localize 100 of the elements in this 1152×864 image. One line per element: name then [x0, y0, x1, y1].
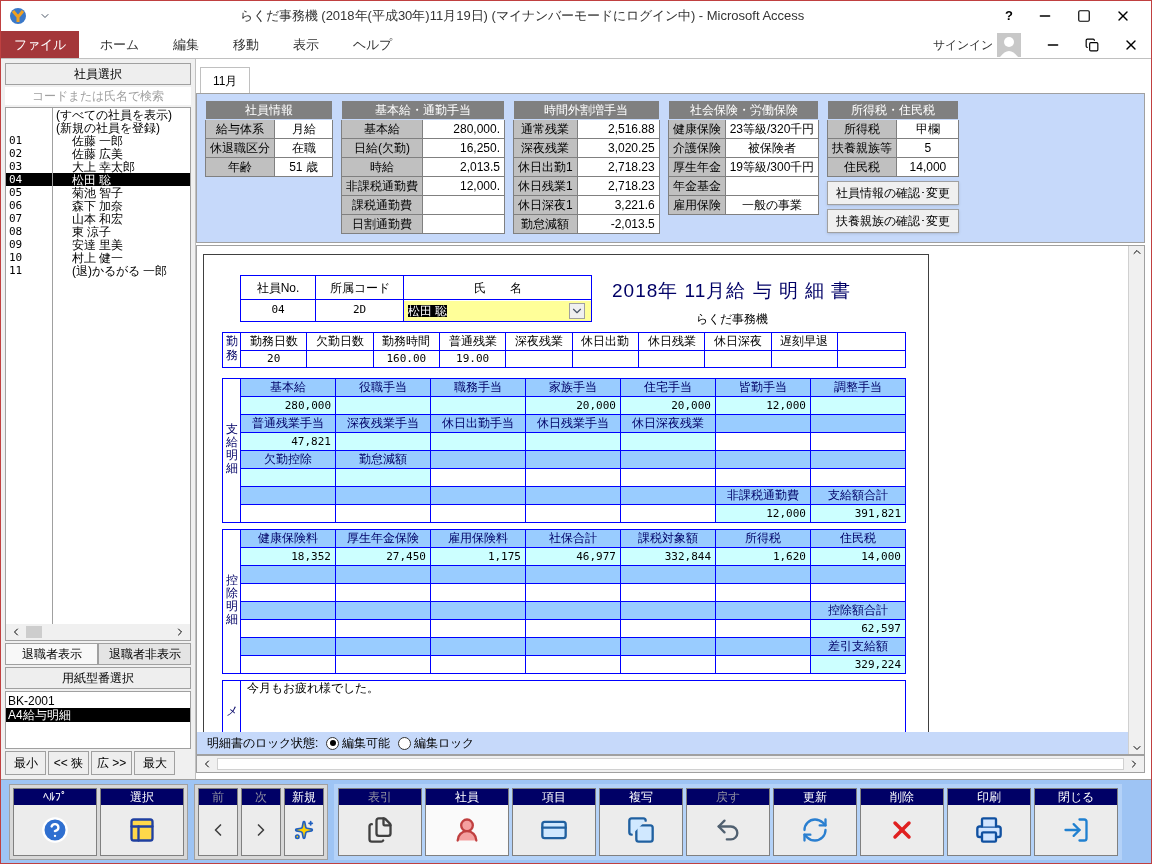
ribbon-tab[interactable]: 編集 — [160, 31, 212, 58]
column-header-cell: 住民税 — [810, 529, 906, 547]
employee-row[interactable]: 11 (退)かるがる 一郎 — [6, 264, 190, 277]
paper-row[interactable]: A4給与明細 — [6, 708, 190, 722]
refresh-icon — [801, 815, 829, 844]
zoom-button[interactable]: 最小 — [5, 751, 46, 775]
radio-button[interactable] — [398, 736, 412, 750]
attendance-cell: 20 — [240, 350, 307, 367]
ribbon-tab[interactable]: ヘルプ — [340, 31, 405, 58]
toolbar-button[interactable]: 選択 — [100, 787, 184, 856]
horizontal-scrollbar[interactable] — [196, 755, 1145, 773]
section-label: 勤務 — [225, 335, 238, 362]
employee-row[interactable]: 04 松田 聡 — [6, 173, 190, 186]
paper-row[interactable]: BK-2001 — [6, 694, 190, 708]
month-tab[interactable]: 11月 — [200, 67, 251, 93]
memo-text: 今月もお疲れ様でした。 — [246, 680, 379, 697]
column-header-cell: 深夜残業 — [505, 332, 573, 350]
section-label: 控除明細 — [225, 573, 238, 627]
column-header-cell: 氏 名 — [403, 275, 592, 300]
window-title: らくだ事務機 (2018年(平成30年)11月19日) (マイナンバーモードにログイン中) - Microsoft Access — [238, 7, 806, 26]
horizontal-scrollbar[interactable] — [6, 624, 190, 640]
attendance-cell — [638, 350, 705, 367]
payslip-title: 2018年 11月給 与 明 細 書 — [612, 279, 852, 303]
toolbar-button[interactable]: 削除 — [860, 787, 944, 856]
info-button[interactable]: 社員情報の確認･変更 — [827, 181, 960, 205]
zoom-button[interactable]: << 狭 — [48, 751, 89, 775]
filter-tab[interactable]: 退職者表示 — [5, 643, 98, 665]
scrollbar-thumb[interactable] — [26, 626, 42, 638]
ribbon-tab[interactable]: 移動 — [220, 31, 272, 58]
vertical-scrollbar[interactable] — [1128, 246, 1144, 754]
ribbon-tab[interactable]: ファイル — [1, 31, 79, 58]
employee-row[interactable]: 08 東 涼子 — [6, 225, 190, 238]
panel-title-button[interactable]: 社員選択 — [5, 63, 191, 85]
radio-button[interactable] — [326, 736, 340, 750]
dropdown-icon[interactable] — [569, 302, 585, 319]
section-header: 基本給・通勤手当 — [341, 100, 505, 120]
maximize-icon[interactable] — [1077, 9, 1091, 23]
column-header-cell: 職務手当 — [430, 378, 526, 396]
employee-row[interactable]: 09 安達 里美 — [6, 238, 190, 251]
employee-row[interactable]: 02 佐藤 広美 — [6, 147, 190, 160]
attendance-cell — [572, 350, 639, 367]
zoom-button[interactable]: 最大 — [134, 751, 175, 775]
employee-row[interactable]: 10 村上 健一 — [6, 251, 190, 264]
toolbar-button[interactable]: 更新 — [773, 787, 857, 856]
info-button[interactable]: 扶養親族の確認･変更 — [827, 209, 960, 233]
toolbar-button[interactable]: 社員 — [425, 787, 509, 856]
sparkle-icon — [294, 819, 314, 840]
toolbar-button[interactable]: 項目 — [512, 787, 596, 856]
toolbar-button[interactable]: 閉じる — [1034, 787, 1118, 856]
column-header-cell: 皆勤手当 — [715, 378, 811, 396]
panel-title-button[interactable]: 用紙型番選択 — [5, 667, 191, 689]
column-header-cell: 調整手当 — [810, 378, 906, 396]
help-button[interactable]: ? — [993, 6, 1025, 26]
section-header: 所得税・住民税 — [827, 100, 959, 120]
section-label: 支給明細 — [225, 422, 238, 476]
radio-label[interactable]: 編集可能 — [342, 734, 391, 752]
exit-door-icon — [1062, 815, 1090, 844]
column-header-cell: 厚生年金保険 — [335, 529, 431, 547]
employee-row[interactable]: 03 大上 幸太郎 — [6, 160, 190, 173]
section-header: 時間外割増手当 — [513, 100, 660, 120]
filter-tab[interactable]: 退職者非表示 — [98, 643, 191, 665]
company-name: らくだ事務機 — [695, 310, 768, 328]
section-header: 社会保険・労働保険 — [668, 100, 819, 120]
column-header-cell: 休日残業 — [638, 332, 705, 350]
column-header-cell: 所属コード — [315, 275, 404, 300]
name-combo-box[interactable]: 松田 聡 — [404, 300, 591, 321]
attendance-cell: 160.00 — [373, 350, 440, 367]
search-field[interactable]: コードまたは氏名で検索 — [5, 87, 191, 105]
employee-row[interactable]: 05 菊池 智子 — [6, 186, 190, 199]
help-icon — [41, 815, 69, 844]
restore-icon[interactable] — [1085, 37, 1099, 52]
toolbar-button[interactable]: 新規 — [284, 787, 324, 856]
documents-icon — [366, 815, 394, 844]
column-header-cell: 基本給 — [240, 378, 336, 396]
section-header: 社員情報 — [205, 100, 333, 120]
employee-row[interactable]: (新規の社員を登録) — [6, 121, 190, 134]
column-header-cell: 勤務日数 — [240, 332, 307, 350]
employee-row[interactable]: 07 山本 和宏 — [6, 212, 190, 225]
column-header-cell: 欠勤日数 — [306, 332, 374, 350]
column-header-cell: 普通残業 — [439, 332, 506, 350]
sign-in-link[interactable]: サインイン — [933, 35, 993, 54]
column-header-cell: 雇用保険料 — [430, 529, 526, 547]
toolbar-button[interactable]: 複写 — [599, 787, 683, 856]
ribbon-tab[interactable]: ホーム — [87, 31, 152, 58]
employee-row[interactable]: 06 森下 加奈 — [6, 199, 190, 212]
column-header-cell: 遅刻早退 — [771, 332, 838, 350]
toolbar-button[interactable]: 印刷 — [947, 787, 1031, 856]
attendance-cell — [306, 350, 374, 367]
ribbon-tab[interactable]: 表示 — [280, 31, 332, 58]
window-grid-icon — [128, 815, 156, 844]
radio-label[interactable]: 編集ロック — [414, 734, 475, 752]
printer-icon — [975, 815, 1003, 844]
toolbar-button[interactable]: ﾍﾙﾌﾟ — [13, 787, 97, 856]
column-header-cell: 家族手当 — [525, 378, 621, 396]
zoom-button[interactable]: 広 >> — [91, 751, 132, 775]
column-header-cell: 所得税 — [715, 529, 811, 547]
column-header-cell: 社員No. — [240, 275, 316, 300]
section-label: メ — [225, 704, 238, 720]
employee-row[interactable]: 01 佐藤 一郎 — [6, 134, 190, 147]
employee-row[interactable]: (すべての社員を表示) — [6, 108, 190, 121]
